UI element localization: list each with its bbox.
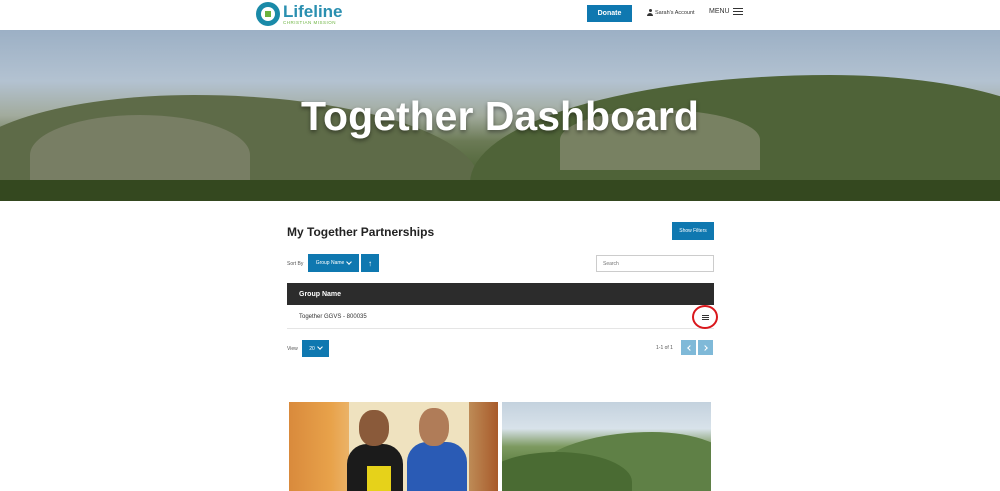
hero-banner: Together Dashboard: [0, 30, 1000, 201]
menu-label: MENU: [709, 8, 730, 15]
account-label: Sarah's Account: [655, 9, 695, 16]
row-actions-button[interactable]: [692, 305, 718, 329]
page-size-value: 20: [309, 345, 315, 352]
logo-subtitle: CHRISTIAN MISSION: [283, 19, 337, 25]
pagination-status: 1-1 of 1: [656, 345, 673, 351]
menu-button[interactable]: MENU: [709, 8, 743, 15]
sort-by-value: Group Name: [315, 260, 345, 266]
chevron-down-icon: [346, 258, 353, 265]
arrow-up-icon: ↑: [368, 258, 372, 268]
sort-direction-button[interactable]: ↑: [361, 254, 379, 272]
lifeline-logo[interactable]: Lifeline CHRISTIAN MISSION: [256, 0, 343, 28]
highlight-circle: [692, 305, 718, 329]
page-title: Together Dashboard: [301, 93, 699, 139]
chevron-left-icon: [686, 344, 693, 351]
user-icon: [647, 9, 653, 16]
chevron-down-icon: [316, 344, 323, 350]
chevron-right-icon: [701, 344, 708, 351]
logo-globe-icon: [256, 2, 280, 26]
logo-name: Lifeline: [283, 1, 343, 21]
site-header: Lifeline CHRISTIAN MISSION Donate Sarah'…: [0, 0, 1000, 30]
show-filters-button[interactable]: Show Filters: [672, 222, 714, 240]
account-link[interactable]: Sarah's Account: [647, 9, 695, 16]
table-row[interactable]: Together GGVS - 800035: [287, 305, 714, 329]
column-header-group-name: Group Name: [299, 290, 342, 298]
group-name-cell: Together GGVS - 800035: [299, 313, 367, 320]
photo-landscape: [502, 402, 711, 491]
sort-by-label: Sort By: [287, 261, 304, 267]
view-label: View: [287, 346, 298, 352]
table-header: Group Name: [287, 283, 714, 305]
section-title: My Together Partnerships: [287, 225, 435, 239]
hamburger-icon: [732, 8, 743, 15]
donate-button[interactable]: Donate: [587, 5, 632, 22]
hero-treeline: [0, 180, 1000, 201]
pager-prev-button[interactable]: [681, 340, 696, 355]
search-input[interactable]: [596, 255, 714, 272]
page-size-select[interactable]: 20: [302, 340, 329, 357]
pager-next-button[interactable]: [698, 340, 713, 355]
sort-by-select[interactable]: Group Name: [308, 254, 359, 272]
photo-children: [289, 402, 498, 491]
